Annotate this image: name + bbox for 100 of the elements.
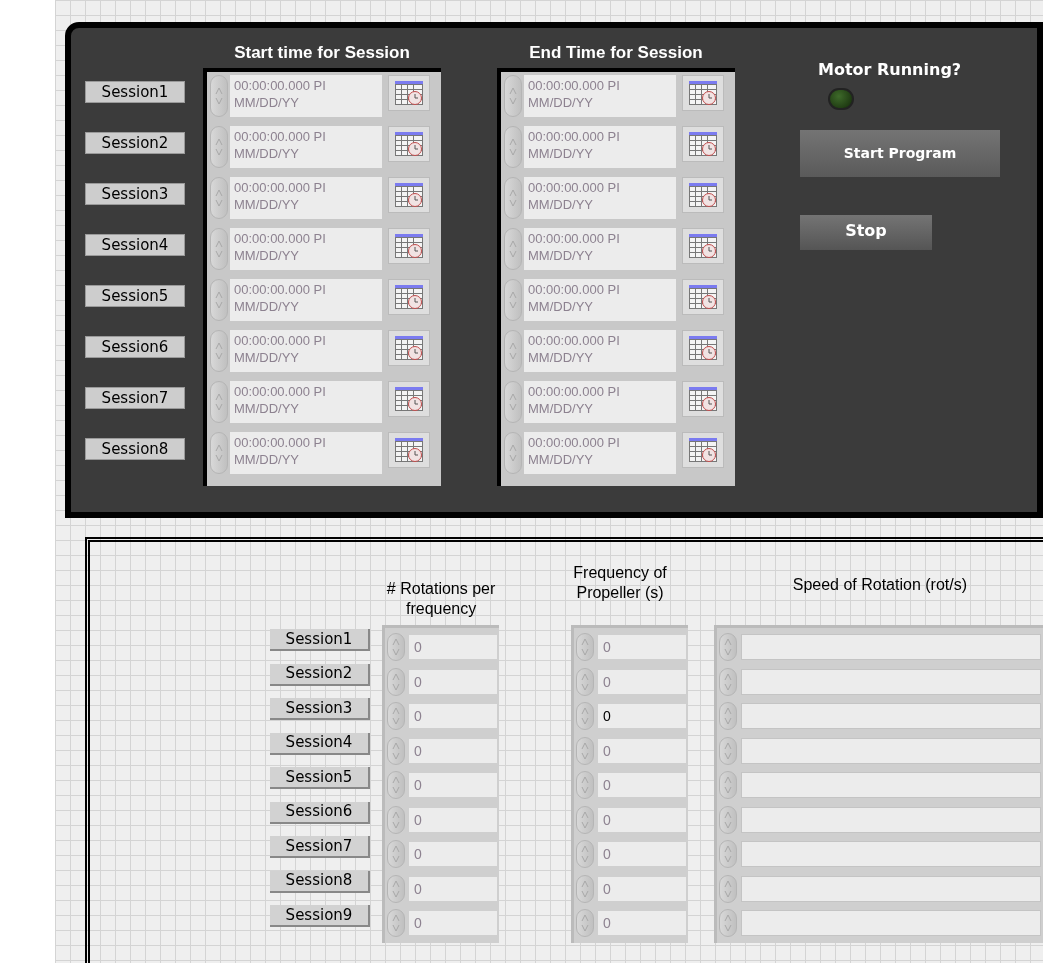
spinner-control[interactable] — [387, 667, 405, 696]
calendar-button[interactable] — [682, 432, 724, 468]
numeric-field[interactable]: 0 — [409, 738, 497, 763]
spinner-control[interactable] — [210, 228, 228, 270]
spinner-control[interactable] — [576, 771, 594, 800]
calendar-button[interactable] — [388, 381, 430, 417]
session-label: Session5 — [85, 285, 185, 307]
date-time-field[interactable]: 00:00:00.000 PI MM/DD/YY — [230, 381, 382, 423]
spinner-control[interactable] — [504, 126, 522, 168]
spinner-control[interactable] — [210, 75, 228, 117]
spinner-control[interactable] — [210, 126, 228, 168]
calendar-button[interactable] — [682, 126, 724, 162]
date-time-field[interactable]: 00:00:00.000 PI MM/DD/YY — [524, 432, 676, 474]
calendar-button[interactable] — [388, 432, 430, 468]
spinner-control[interactable] — [504, 381, 522, 423]
date-time-field[interactable]: 00:00:00.000 PI MM/DD/YY — [524, 126, 676, 168]
calendar-button[interactable] — [388, 75, 430, 111]
spinner-control[interactable] — [387, 840, 405, 869]
spinner-control[interactable] — [210, 279, 228, 321]
session-label: Session2 — [85, 132, 185, 154]
numeric-field[interactable]: 0 — [409, 773, 497, 798]
numeric-field[interactable]: 0 — [409, 669, 497, 694]
spinner-control[interactable] — [719, 909, 737, 938]
spinner-control[interactable] — [210, 330, 228, 372]
calendar-button[interactable] — [388, 126, 430, 162]
spinner-control[interactable] — [719, 840, 737, 869]
date-time-field[interactable]: 00:00:00.000 PI MM/DD/YY — [230, 330, 382, 372]
spinner-control[interactable] — [719, 771, 737, 800]
column-header: End Time for Session — [528, 42, 704, 64]
numeric-field[interactable]: 0 — [409, 842, 497, 867]
spinner-control[interactable] — [576, 667, 594, 696]
calendar-button[interactable] — [682, 279, 724, 315]
calendar-button[interactable] — [388, 177, 430, 213]
calendar-button[interactable] — [682, 330, 724, 366]
start-program-button[interactable]: Start Program — [800, 130, 1000, 177]
numeric-field[interactable]: 0 — [409, 911, 497, 936]
numeric-field[interactable]: 0 — [409, 704, 497, 729]
spinner-control[interactable] — [210, 432, 228, 474]
spinner-control[interactable] — [576, 805, 594, 834]
date-time-field[interactable]: 00:00:00.000 PI MM/DD/YY — [230, 75, 382, 117]
spinner-control[interactable] — [387, 909, 405, 938]
spinner-control[interactable] — [210, 177, 228, 219]
spinner-control[interactable] — [504, 279, 522, 321]
spinner-control[interactable] — [576, 736, 594, 765]
spinner-control[interactable] — [210, 381, 228, 423]
spinner-control[interactable] — [719, 874, 737, 903]
spinner-control[interactable] — [387, 736, 405, 765]
calendar-button[interactable] — [682, 177, 724, 213]
numeric-field[interactable]: 0 — [598, 704, 686, 729]
numeric-field[interactable]: 0 — [598, 842, 686, 867]
date-time-field[interactable]: 00:00:00.000 PI MM/DD/YY — [524, 330, 676, 372]
numeric-field[interactable]: 0 — [598, 876, 686, 901]
numeric-field[interactable]: 0 — [409, 635, 497, 660]
spinner-control[interactable] — [576, 840, 594, 869]
spinner-control[interactable] — [504, 330, 522, 372]
numeric-field[interactable]: 0 — [598, 669, 686, 694]
spinner-control[interactable] — [387, 702, 405, 731]
spinner-control[interactable] — [387, 805, 405, 834]
spinner-control[interactable] — [719, 702, 737, 731]
numeric-field[interactable]: 0 — [598, 807, 686, 832]
numeric-field[interactable]: 0 — [598, 773, 686, 798]
numeric-field[interactable]: 0 — [409, 876, 497, 901]
spinner-control[interactable] — [387, 874, 405, 903]
spinner-control[interactable] — [387, 633, 405, 662]
session-label: Session8 — [85, 438, 185, 460]
calendar-button[interactable] — [682, 228, 724, 264]
calendar-button[interactable] — [388, 228, 430, 264]
date-time-field[interactable]: 00:00:00.000 PI MM/DD/YY — [230, 279, 382, 321]
date-time-field[interactable]: 00:00:00.000 PI MM/DD/YY — [230, 126, 382, 168]
date-time-field[interactable]: 00:00:00.000 PI MM/DD/YY — [524, 381, 676, 423]
calendar-icon — [688, 284, 718, 310]
date-time-field[interactable]: 00:00:00.000 PI MM/DD/YY — [230, 177, 382, 219]
spinner-control[interactable] — [576, 633, 594, 662]
spinner-control[interactable] — [387, 771, 405, 800]
spinner-control[interactable] — [576, 909, 594, 938]
calendar-button[interactable] — [388, 330, 430, 366]
spinner-control[interactable] — [504, 177, 522, 219]
numeric-field[interactable]: 0 — [598, 738, 686, 763]
spinner-control[interactable] — [719, 805, 737, 834]
stop-button[interactable]: Stop — [800, 215, 932, 250]
date-time-field[interactable]: 00:00:00.000 PI MM/DD/YY — [524, 177, 676, 219]
date-time-field[interactable]: 00:00:00.000 PI MM/DD/YY — [230, 228, 382, 270]
spinner-control[interactable] — [504, 432, 522, 474]
numeric-field[interactable]: 0 — [598, 635, 686, 660]
date-time-field[interactable]: 00:00:00.000 PI MM/DD/YY — [230, 432, 382, 474]
spinner-control[interactable] — [719, 633, 737, 662]
spinner-control[interactable] — [504, 75, 522, 117]
spinner-control[interactable] — [719, 667, 737, 696]
calendar-button[interactable] — [682, 381, 724, 417]
spinner-control[interactable] — [719, 736, 737, 765]
date-time-field[interactable]: 00:00:00.000 PI MM/DD/YY — [524, 279, 676, 321]
numeric-field[interactable]: 0 — [598, 911, 686, 936]
spinner-control[interactable] — [504, 228, 522, 270]
calendar-button[interactable] — [388, 279, 430, 315]
spinner-control[interactable] — [576, 702, 594, 731]
numeric-field[interactable]: 0 — [409, 807, 497, 832]
calendar-button[interactable] — [682, 75, 724, 111]
date-time-field[interactable]: 00:00:00.000 PI MM/DD/YY — [524, 228, 676, 270]
spinner-control[interactable] — [576, 874, 594, 903]
date-time-field[interactable]: 00:00:00.000 PI MM/DD/YY — [524, 75, 676, 117]
